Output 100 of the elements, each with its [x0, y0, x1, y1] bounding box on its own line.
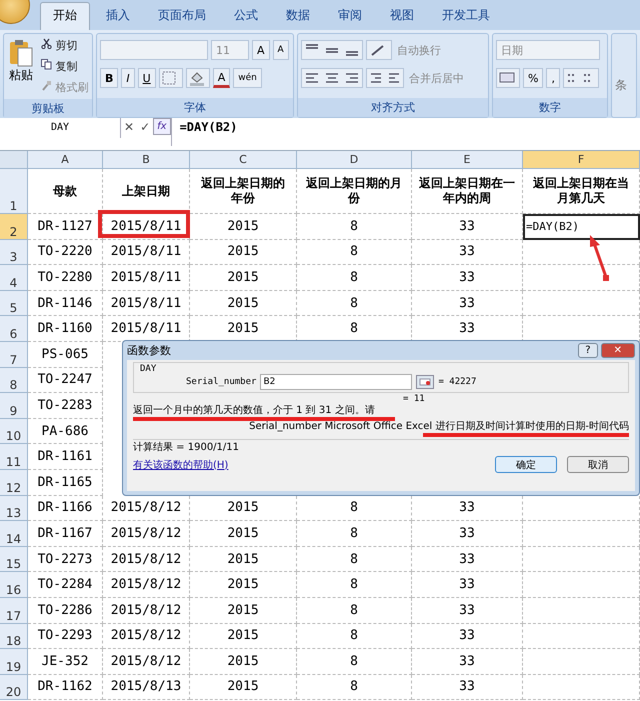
- row-header[interactable]: 2: [0, 214, 28, 240]
- table-cell: PS-065: [42, 346, 88, 362]
- italic-button[interactable]: I: [121, 68, 135, 88]
- table-cell: JE-352: [42, 654, 88, 669]
- table-cell: 2015: [227, 244, 259, 260]
- table-cell: TO-2283: [38, 398, 92, 413]
- row-header[interactable]: 17: [0, 598, 28, 624]
- row-header[interactable]: 20: [0, 674, 28, 700]
- table-cell: DR-1162: [38, 679, 92, 694]
- column-title: 返回上架日期的月份: [305, 176, 403, 206]
- row-header[interactable]: 16: [0, 572, 28, 598]
- table-cell: 2015: [227, 526, 259, 541]
- percent-button[interactable]: %: [523, 68, 544, 88]
- column-title: 上架日期: [122, 184, 170, 198]
- active-cell[interactable]: =DAY(B2): [523, 214, 640, 240]
- row-header[interactable]: 18: [0, 624, 28, 650]
- row-header[interactable]: 6: [0, 316, 28, 342]
- row-header[interactable]: 5: [0, 290, 28, 316]
- ribbon-tab[interactable]: 数据: [274, 3, 322, 30]
- bold-button[interactable]: B: [100, 68, 118, 88]
- close-button[interactable]: ✕: [600, 343, 635, 358]
- help-button[interactable]: ?: [578, 343, 598, 358]
- column-header[interactable]: C: [190, 151, 297, 169]
- grow-font-button[interactable]: A: [252, 40, 270, 60]
- phonetic-button[interactable]: wén: [233, 68, 262, 88]
- insert-function-button[interactable]: fx: [153, 118, 171, 135]
- comma-button[interactable]: ,: [546, 68, 560, 88]
- table-cell: 2015: [227, 679, 259, 694]
- underline-button[interactable]: U: [138, 68, 156, 88]
- row-header[interactable]: 1: [0, 169, 28, 214]
- ribbon-tab[interactable]: 开始: [40, 2, 90, 30]
- result-preview: = 11: [403, 394, 425, 404]
- table-cell: DR-1161: [38, 449, 92, 464]
- column-header[interactable]: B: [103, 151, 190, 169]
- copy-button[interactable]: 复制: [39, 58, 90, 75]
- argument-result: = 42227: [438, 377, 476, 387]
- table-cell: 8: [350, 577, 358, 592]
- table-cell: 2015/8/12: [110, 628, 182, 644]
- ribbon-tab[interactable]: 公式: [222, 3, 270, 30]
- table-cell: 33: [459, 296, 475, 311]
- formula-field[interactable]: =DAY(B2): [170, 118, 640, 146]
- group-label: 字体: [97, 98, 293, 117]
- dialog-title: 函数参数: [127, 343, 172, 358]
- row-header[interactable]: 7: [0, 342, 28, 368]
- table-cell: 8: [350, 628, 358, 644]
- group-label: 剪贴板: [4, 99, 92, 118]
- table-cell: 33: [459, 218, 475, 234]
- ok-button[interactable]: 确定: [495, 456, 557, 473]
- column-header[interactable]: F: [523, 151, 640, 169]
- row-header[interactable]: 8: [0, 368, 28, 394]
- column-header[interactable]: A: [28, 151, 103, 169]
- column-header[interactable]: E: [412, 151, 523, 169]
- name-box[interactable]: DAY: [0, 118, 121, 138]
- function-name: DAY: [140, 364, 156, 374]
- cancel-button[interactable]: 取消: [567, 456, 629, 473]
- shrink-font-button[interactable]: A: [272, 40, 289, 60]
- table-cell: 2015/8/11: [110, 270, 182, 285]
- table-cell: PA-686: [42, 424, 88, 439]
- table-cell: 2015: [227, 602, 259, 618]
- row-header[interactable]: 15: [0, 546, 28, 572]
- table-cell: 2015/8/12: [110, 552, 182, 567]
- row-header[interactable]: 12: [0, 470, 28, 496]
- column-title: 返回上架日期的年份: [200, 176, 286, 206]
- table-cell: DR-1127: [38, 218, 92, 234]
- input-field[interactable]: B2: [260, 374, 412, 390]
- table-cell: 33: [459, 654, 475, 669]
- row-header[interactable]: 14: [0, 521, 28, 547]
- cancel-icon[interactable]: ✕: [121, 118, 138, 136]
- row-header[interactable]: 3: [0, 240, 28, 266]
- row-header[interactable]: 9: [0, 393, 28, 419]
- help-link[interactable]: 有关该函数的帮助(H): [133, 458, 485, 472]
- table-cell: 2015/8/12: [110, 602, 182, 618]
- table-cell: 33: [459, 577, 475, 592]
- table-cell: 2015: [227, 296, 259, 311]
- row-header[interactable]: 11: [0, 444, 28, 470]
- paste-button[interactable]: 粘贴: [7, 37, 35, 86]
- cut-button[interactable]: 剪切: [39, 37, 90, 54]
- row-header[interactable]: 4: [0, 265, 28, 291]
- table-cell: 2015: [227, 654, 259, 669]
- enter-icon[interactable]: ✓: [137, 118, 154, 136]
- ribbon-tab[interactable]: 视图: [378, 3, 426, 30]
- table-cell: 2015: [227, 500, 259, 516]
- ribbon-tab[interactable]: 页面布局: [146, 3, 218, 30]
- table-cell: 2015/8/12: [110, 577, 182, 592]
- table-cell: TO-2284: [38, 577, 92, 592]
- table-cell: 33: [459, 628, 475, 644]
- row-header[interactable]: 19: [0, 649, 28, 675]
- row-header[interactable]: 10: [0, 418, 28, 444]
- ribbon-tab[interactable]: 插入: [94, 3, 142, 30]
- group-label: 数字: [493, 98, 607, 117]
- ribbon-tab[interactable]: 审阅: [326, 3, 374, 30]
- table-cell: 33: [459, 270, 475, 285]
- row-header[interactable]: 13: [0, 496, 28, 522]
- table-cell: 2015/8/13: [110, 679, 182, 694]
- table-cell: TO-2247: [38, 372, 92, 388]
- font-color-button[interactable]: A: [212, 68, 230, 88]
- ribbon-tab[interactable]: 开发工具: [430, 3, 502, 30]
- table-cell: 8: [350, 500, 358, 516]
- column-header[interactable]: D: [297, 151, 412, 169]
- table-cell: 33: [459, 321, 475, 336]
